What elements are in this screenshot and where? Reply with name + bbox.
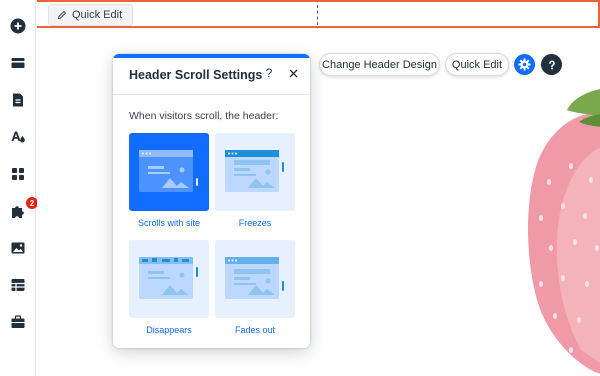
option-freezes[interactable]: Freezes <box>215 133 295 228</box>
sections-icon <box>11 58 25 68</box>
quick-edit-button[interactable]: Quick Edit <box>445 53 509 76</box>
add-elements-button[interactable] <box>6 14 30 38</box>
scrolls-with-site-illustration <box>139 150 198 192</box>
header-scroll-settings-panel: Header Scroll Settings ? When visitors s… <box>113 54 310 348</box>
gear-icon <box>518 58 531 71</box>
apps-grid-icon <box>12 168 24 180</box>
briefcase-icon <box>11 315 25 328</box>
option-fades-out[interactable]: Fades out <box>215 240 295 335</box>
theme-icon <box>11 131 25 143</box>
pencil-icon <box>57 10 67 20</box>
header-quick-edit-label: Quick Edit <box>72 9 123 21</box>
pages-button[interactable] <box>6 88 30 112</box>
option-tile-disappears[interactable] <box>129 240 209 318</box>
close-icon <box>289 69 297 77</box>
settings-button[interactable] <box>514 54 535 75</box>
disappears-illustration <box>139 257 198 299</box>
option-tile-fades-out[interactable] <box>215 240 295 318</box>
portfolio-button[interactable] <box>6 310 30 334</box>
table-icon <box>11 279 25 291</box>
site-design-button[interactable] <box>6 125 30 149</box>
header-quick-edit-chip[interactable]: Quick Edit <box>48 4 134 26</box>
page-icon <box>13 93 23 107</box>
panel-close-button[interactable] <box>285 65 301 81</box>
plus-circle-icon <box>10 18 26 34</box>
freezes-illustration <box>225 150 284 192</box>
header-column-divider <box>317 5 318 25</box>
add-apps-button[interactable] <box>6 162 30 186</box>
option-scrolls-with-site[interactable]: Scrolls with site <box>129 133 209 228</box>
fades-out-illustration <box>225 257 284 299</box>
help-icon <box>548 60 555 69</box>
panel-title: Header Scroll Settings <box>129 68 263 82</box>
change-header-design-button[interactable]: Change Header Design <box>319 53 440 76</box>
panel-accent-bar <box>113 54 310 58</box>
panel-divider <box>113 94 310 95</box>
option-disappears[interactable]: Disappears <box>129 240 209 335</box>
option-label-fades-out: Fades out <box>234 325 276 335</box>
cms-button[interactable] <box>6 273 30 297</box>
option-label-freezes: Freezes <box>238 218 272 228</box>
sections-button[interactable] <box>6 51 30 75</box>
puzzle-icon <box>12 206 24 218</box>
help-button[interactable] <box>541 54 562 75</box>
option-label-disappears: Disappears <box>146 325 192 335</box>
my-business-button[interactable]: 2 <box>6 197 38 223</box>
option-tile-freezes[interactable] <box>215 133 295 211</box>
panel-subtitle: When visitors scroll, the header: <box>129 110 279 122</box>
image-icon <box>11 242 25 254</box>
option-label-scrolls-with-site: Scrolls with site <box>137 218 200 228</box>
option-tile-scrolls-with-site[interactable] <box>129 133 209 211</box>
left-toolbar: 2 <box>0 0 38 376</box>
media-button[interactable] <box>6 236 30 260</box>
strawberry-illustration <box>528 89 600 374</box>
panel-help-button[interactable]: ? <box>262 65 276 81</box>
